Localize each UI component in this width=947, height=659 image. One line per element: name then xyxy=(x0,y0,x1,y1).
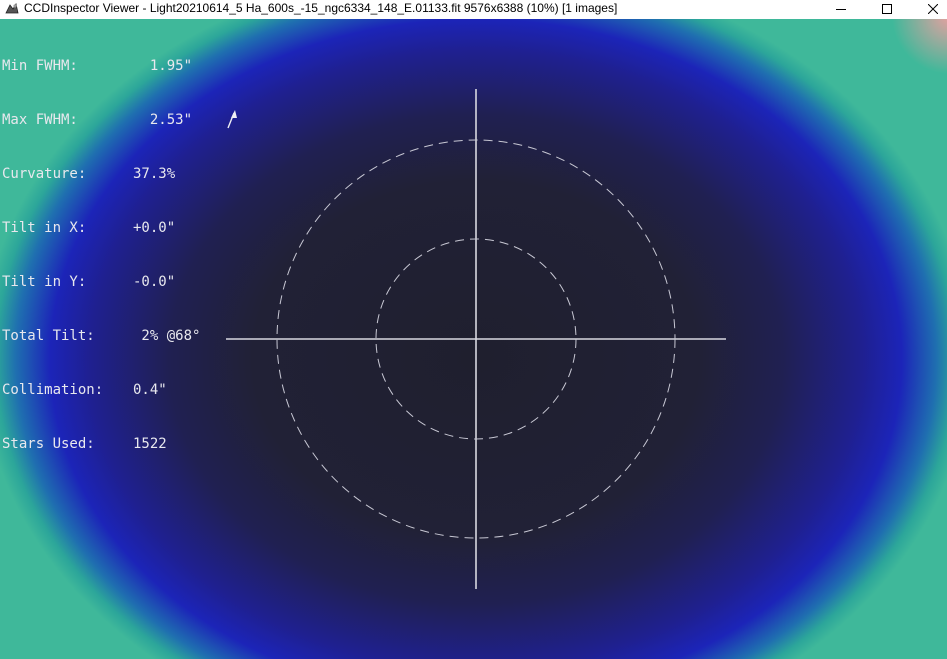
inspection-stats-panel: Min FWHM: 1.95" Max FWHM: 2.53" Curvatur… xyxy=(2,21,200,489)
stat-total-tilt: Total Tilt: 2% @68° xyxy=(2,328,201,344)
close-icon xyxy=(928,4,938,14)
tilt-direction-arrow-icon xyxy=(227,110,237,129)
stat-tilt-x: Tilt in X: +0.0" xyxy=(2,220,176,236)
stat-tilt-y: Tilt in Y: -0.0" xyxy=(2,274,176,290)
minimize-button[interactable] xyxy=(818,0,864,18)
maximize-icon xyxy=(882,4,892,14)
stat-min-fwhm: Min FWHM: 1.95" xyxy=(2,58,193,74)
stat-max-fwhm: Max FWHM: 2.53" xyxy=(2,112,193,128)
stat-collimation: Collimation: 0.4" xyxy=(2,382,167,398)
close-button[interactable] xyxy=(910,0,947,18)
app-icon xyxy=(5,2,19,14)
stat-curvature: Curvature: 37.3% xyxy=(2,166,176,182)
maximize-button[interactable] xyxy=(864,0,910,18)
ccdinspector-window: CCDInspector Viewer - Light20210614_5 Ha… xyxy=(0,0,947,659)
title-bar[interactable]: CCDInspector Viewer - Light20210614_5 Ha… xyxy=(0,0,947,18)
stat-stars-used: Stars Used: 1522 xyxy=(2,436,167,452)
window-title: CCDInspector Viewer - Light20210614_5 Ha… xyxy=(24,1,618,15)
curvature-map-canvas[interactable]: Min FWHM: 1.95" Max FWHM: 2.53" Curvatur… xyxy=(0,19,947,659)
minimize-icon xyxy=(836,9,846,10)
